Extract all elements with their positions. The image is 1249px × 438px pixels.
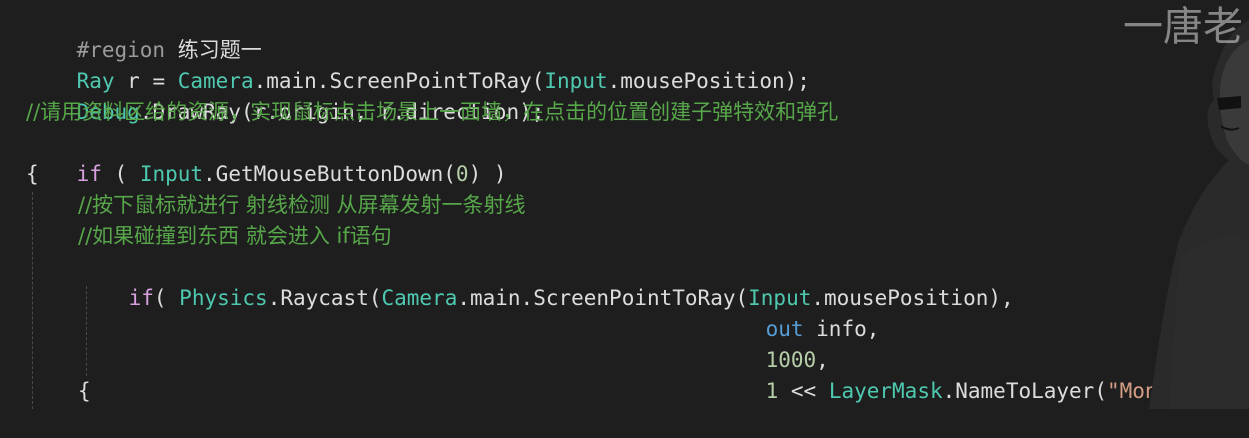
indent-guide xyxy=(32,192,33,409)
code-line-9: if( Physics.Raycast(Camera.main.ScreenPo… xyxy=(78,252,1014,310)
paren-close: ) ) xyxy=(468,162,507,186)
class-layermask: LayerMask xyxy=(828,379,943,403)
code-line-2: Ray r = Camera.main.ScreenPointToRay(Inp… xyxy=(26,35,810,93)
code-comment-1: //请用资料区给的资源，实现鼠标点击场景上一面墙，在点击的位置创建子弹特效和弹孔 xyxy=(26,100,839,124)
method-getmousebuttondown: .GetMouseButtonDown( xyxy=(203,162,456,186)
code-line-5: if ( Input.GetMouseButtonDown(0) ) xyxy=(26,128,507,186)
paren-open: ( xyxy=(101,162,140,186)
method-raycast: .Raycast( xyxy=(267,286,382,310)
code-line-3: Debug.DrawRay(r.origin, r.direction); xyxy=(26,66,545,124)
number-literal: 1 xyxy=(765,379,779,403)
code-line-10: out info, xyxy=(715,283,880,341)
keyword-if: if xyxy=(76,162,102,186)
property-mouse-position: .mousePosition); xyxy=(607,69,810,93)
code-line-1: #region 练习题一 xyxy=(26,4,262,62)
class-input: Input xyxy=(544,69,608,93)
code-editor[interactable]: #region 练习题一 Ray r = Camera.main.ScreenP… xyxy=(0,0,1249,409)
code-comment-2: //按下鼠标就进行 射线检测 从屏幕发射一条射线 xyxy=(78,193,526,217)
number-literal: 0 xyxy=(455,162,469,186)
shift-operator: << xyxy=(778,379,829,403)
method-screenpointtoray: .main.ScreenPointToRay( xyxy=(457,286,749,310)
watermark-text: 一唐老 xyxy=(1123,4,1243,50)
presenter-avatar-icon xyxy=(1149,20,1249,409)
inner-open-brace: { xyxy=(78,379,91,403)
class-input: Input xyxy=(139,162,204,186)
paren-open: ( xyxy=(153,286,180,310)
open-brace: { xyxy=(26,162,39,186)
code-line-11: 1000, xyxy=(715,314,829,372)
code-comment-3: //如果碰撞到东西 就会进入 if语句 xyxy=(78,224,392,248)
presenter-overlay: 一唐老 xyxy=(1109,0,1249,409)
class-camera: Camera xyxy=(381,286,458,310)
keyword-if: if xyxy=(128,286,154,310)
method-nametolayer: .NameToLayer( xyxy=(942,379,1107,403)
class-physics: Physics xyxy=(179,286,268,310)
